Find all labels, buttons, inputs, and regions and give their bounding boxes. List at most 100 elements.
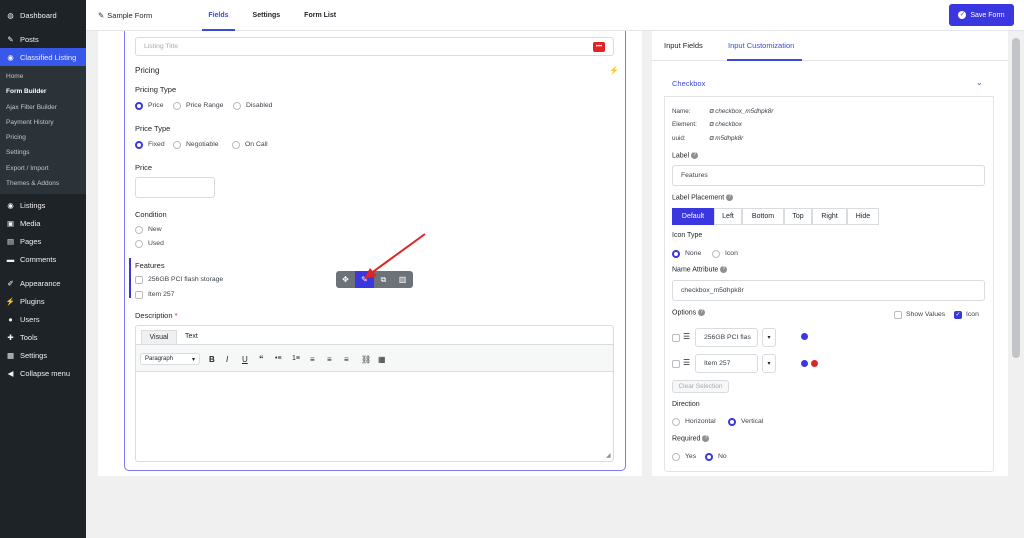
placement-left[interactable]: Left — [714, 208, 742, 225]
blockquote-button[interactable]: “ — [259, 354, 264, 364]
menu-appearance[interactable]: ✐ Appearance — [0, 274, 86, 292]
radio-required-no[interactable] — [705, 453, 713, 461]
submenu-settings[interactable]: Settings — [0, 145, 86, 160]
show-values-checkbox[interactable] — [894, 311, 902, 319]
bold-button[interactable]: B — [209, 355, 215, 364]
move-icon[interactable]: ✥ — [336, 271, 355, 288]
checkbox-feature-2[interactable] — [135, 291, 143, 299]
add-option-icon[interactable] — [801, 333, 808, 340]
help-icon: ? — [726, 194, 734, 201]
menu-tools[interactable]: ✚ Tools — [0, 328, 86, 346]
paragraph-select[interactable]: Paragraph ▾ — [140, 353, 200, 365]
tab-fields[interactable]: Fields — [202, 0, 235, 31]
listing-title-input[interactable]: Listing Title ••• — [135, 37, 614, 56]
align-right-button[interactable]: ≡ — [344, 355, 349, 364]
tab-input-fields[interactable]: Input Fields — [664, 41, 703, 50]
radio-disabled[interactable] — [233, 102, 241, 110]
option-2-icon-select[interactable]: ▾ — [762, 354, 776, 373]
panel-tabs — [652, 31, 1008, 61]
menu-media[interactable]: ▣ Media — [0, 214, 86, 232]
menu-pages[interactable]: ▤ Pages — [0, 232, 86, 250]
submenu-form-builder[interactable]: Form Builder — [0, 84, 86, 99]
placement-bottom[interactable]: Bottom — [742, 208, 784, 225]
label-input[interactable]: Features — [672, 165, 985, 186]
page-icon: ▤ — [6, 236, 15, 246]
placement-top[interactable]: Top — [784, 208, 812, 225]
align-left-button[interactable]: ≡ — [310, 355, 315, 364]
menu-dashboard[interactable]: ◍ Dashboard — [0, 6, 86, 24]
menu-settings[interactable]: ▦ Settings — [0, 346, 86, 364]
resize-handle-icon[interactable]: ◢ — [606, 452, 611, 459]
editor-tab-visual[interactable]: Visual — [141, 330, 177, 344]
option-2-input[interactable]: Item 257 — [695, 354, 758, 373]
link-button[interactable]: ⛓ — [361, 355, 371, 364]
menu-listings[interactable]: ◉ Listings — [0, 196, 86, 214]
underline-button[interactable]: U — [242, 355, 248, 364]
meta-uuid-value[interactable]: ⧉ m5dhpk8r — [709, 135, 743, 143]
submenu-themes-addons[interactable]: Themes & Addons — [0, 176, 86, 191]
radio-price-range[interactable] — [173, 102, 181, 110]
align-center-button[interactable]: ≡ — [327, 355, 332, 364]
editor-tab-text[interactable]: Text — [185, 333, 198, 340]
radio-horizontal[interactable] — [672, 418, 680, 426]
bullet-list-button[interactable]: •≡ — [275, 355, 282, 362]
more-icon[interactable]: ••• — [593, 42, 605, 52]
clear-selection-button[interactable]: Clear Selection — [672, 380, 729, 393]
direction-label: Direction — [672, 401, 700, 408]
tab-input-customization[interactable]: Input Customization — [728, 41, 794, 50]
tab-form-list[interactable]: Form List — [304, 0, 336, 31]
tab-settings[interactable]: Settings — [253, 0, 281, 31]
submenu-ajax-filter-builder[interactable]: Ajax Filter Builder — [0, 100, 86, 115]
submenu-payment-history[interactable]: Payment History — [0, 115, 86, 130]
drag-handle-icon[interactable]: ☰ — [683, 332, 690, 341]
menu-posts[interactable]: ✎ Posts — [0, 30, 86, 48]
radio-on-call[interactable] — [232, 141, 240, 149]
radio-used[interactable] — [135, 240, 143, 248]
active-tab-indicator — [727, 59, 802, 61]
radio-vertical[interactable] — [728, 418, 736, 426]
label-setting-label: Label? — [672, 152, 699, 160]
radio-price[interactable] — [135, 102, 143, 110]
italic-button[interactable]: I — [226, 355, 228, 364]
radio-new[interactable] — [135, 226, 143, 234]
help-icon: ? — [691, 152, 699, 159]
checkbox-feature-1[interactable] — [135, 276, 143, 284]
scrollbar-thumb[interactable] — [1012, 38, 1020, 358]
menu-collapse[interactable]: ◀ Collapse menu — [0, 364, 86, 382]
wrench-icon: ✚ — [7, 332, 14, 342]
editor-toolbar — [136, 344, 613, 372]
price-input[interactable] — [135, 177, 215, 198]
option-1-icon-select[interactable]: ▾ — [762, 328, 776, 347]
radio-icon-none[interactable] — [672, 250, 680, 258]
radio-icon-icon[interactable] — [712, 250, 720, 258]
menu-comments[interactable]: ▬ Comments — [0, 250, 86, 268]
save-form-button[interactable]: ✓ Save Form — [949, 4, 1014, 26]
placement-default[interactable]: Default — [672, 208, 714, 225]
option-2-default-checkbox[interactable] — [672, 360, 680, 368]
toolbar-toggle-button[interactable]: ▦ — [378, 355, 386, 364]
drag-handle-icon[interactable]: ☰ — [683, 358, 690, 367]
numbered-list-button[interactable]: 1≡ — [292, 355, 300, 362]
icon-checkbox[interactable]: ✓ — [954, 311, 962, 319]
placement-right[interactable]: Right — [812, 208, 847, 225]
placement-hide[interactable]: Hide — [847, 208, 879, 225]
name-attribute-input[interactable]: checkbox_m5dhpk8r — [672, 280, 985, 301]
option-1-input[interactable]: 256GB PCI flas — [695, 328, 758, 347]
option-1-default-checkbox[interactable] — [672, 334, 680, 342]
form-name[interactable]: ✎ Sample Form — [98, 11, 152, 20]
submenu-export-import[interactable]: Export / Import — [0, 161, 86, 176]
help-icon: ? — [702, 435, 710, 442]
menu-classified-listing[interactable]: ◉ Classified Listing — [0, 48, 86, 66]
radio-negotiable[interactable] — [173, 141, 181, 149]
meta-name-value[interactable]: ⧉ checkbox_m5dhpk8r — [709, 108, 773, 116]
add-option-icon[interactable] — [801, 360, 808, 367]
menu-plugins[interactable]: ⚡ Plugins — [0, 292, 86, 310]
submenu-home[interactable]: Home — [0, 69, 86, 84]
menu-users[interactable]: ● Users — [0, 310, 86, 328]
radio-required-yes[interactable] — [672, 453, 680, 461]
submenu-pricing[interactable]: Pricing — [0, 130, 86, 145]
card-header[interactable]: Checkbox ⌄ — [664, 70, 994, 97]
remove-option-icon[interactable] — [811, 360, 818, 367]
meta-element-value[interactable]: ⧉ checkbox — [709, 121, 742, 129]
radio-fixed[interactable] — [135, 141, 143, 149]
